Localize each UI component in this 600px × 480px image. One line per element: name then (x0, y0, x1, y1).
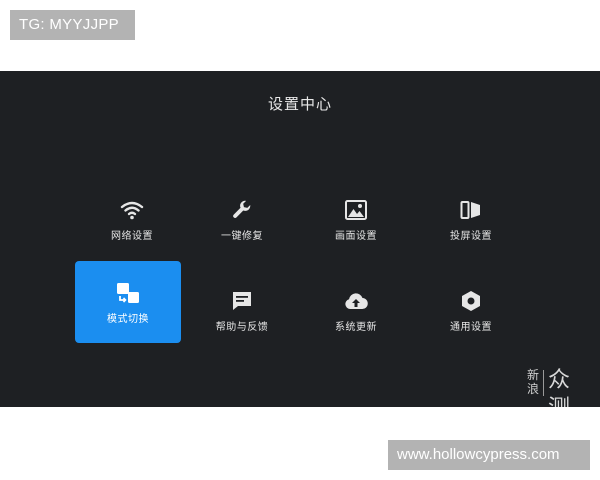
tile-label: 一键修复 (221, 230, 263, 242)
tile-picture-settings[interactable]: 画面设置 (303, 178, 409, 260)
tile-system-update[interactable]: 系统更新 (303, 269, 409, 351)
tile-label: 模式切换 (107, 313, 149, 325)
logo-divider (543, 370, 544, 396)
tile-network-settings[interactable]: 网络设置 (79, 178, 185, 260)
tile-one-click-repair[interactable]: 一键修复 (189, 178, 295, 260)
mode-switch-icon (115, 280, 141, 306)
tile-mode-switch[interactable]: 模式切换 (75, 261, 181, 343)
wifi-icon (119, 197, 145, 223)
tile-cast-settings[interactable]: 投屏设置 (418, 178, 524, 260)
tile-general-settings[interactable]: 通用设置 (418, 269, 524, 351)
picture-icon (343, 197, 369, 223)
wrench-icon (229, 197, 255, 223)
hexagon-settings-icon (458, 288, 484, 314)
tile-label: 网络设置 (111, 230, 153, 242)
tile-label: 系统更新 (335, 321, 377, 333)
tile-label: 通用设置 (450, 321, 492, 333)
logo-small-text: 新浪 (527, 368, 540, 396)
sina-logo: 新浪 众测 (523, 366, 593, 407)
cast-icon (458, 197, 484, 223)
page: TG: MYYJJPP 设置中心 网络设置 一键修复 画面设置 投屏设置 模式切… (0, 0, 600, 480)
tile-help-feedback[interactable]: 帮助与反馈 (189, 269, 295, 351)
watermark-top: TG: MYYJJPP (10, 10, 135, 40)
tv-screen: 设置中心 网络设置 一键修复 画面设置 投屏设置 模式切换 帮助与反馈 系统更新… (0, 71, 600, 407)
page-title: 设置中心 (267, 95, 332, 113)
logo-big-text: 众测 (548, 368, 572, 407)
watermark-bottom: www.hollowcypress.com (388, 440, 590, 470)
cloud-upload-icon (343, 288, 369, 314)
feedback-icon (229, 288, 255, 314)
tile-label: 画面设置 (335, 230, 377, 242)
tile-label: 投屏设置 (450, 230, 492, 242)
tile-label: 帮助与反馈 (215, 321, 269, 333)
